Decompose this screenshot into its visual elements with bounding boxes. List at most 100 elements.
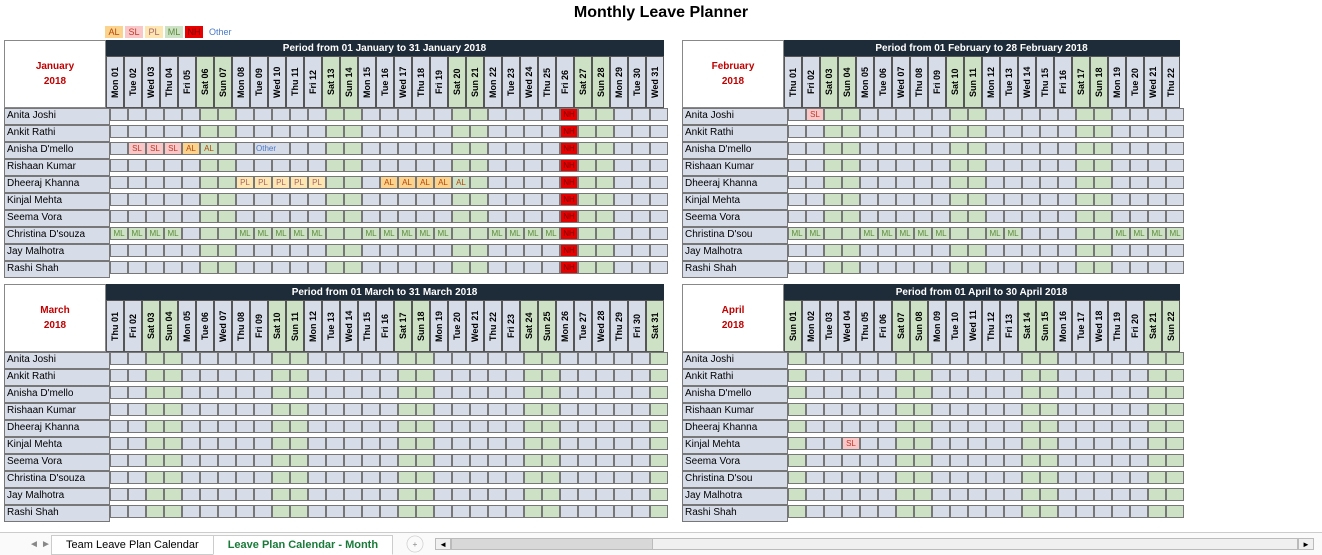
leave-cell[interactable] xyxy=(596,471,614,484)
leave-cell[interactable] xyxy=(236,369,254,382)
leave-cell[interactable] xyxy=(236,386,254,399)
leave-cell[interactable] xyxy=(1040,108,1058,121)
leave-cell[interactable] xyxy=(842,471,860,484)
leave-cell[interactable] xyxy=(968,488,986,501)
leave-cell[interactable] xyxy=(524,437,542,450)
leave-cell[interactable] xyxy=(950,403,968,416)
leave-cell[interactable] xyxy=(860,471,878,484)
leave-cell[interactable] xyxy=(524,488,542,501)
leave-cell[interactable] xyxy=(542,403,560,416)
leave-cell[interactable] xyxy=(542,420,560,433)
leave-cell[interactable] xyxy=(1040,386,1058,399)
leave-cell[interactable]: ML xyxy=(254,227,272,240)
leave-cell[interactable] xyxy=(398,403,416,416)
leave-cell[interactable] xyxy=(218,125,236,138)
leave-cell[interactable] xyxy=(182,454,200,467)
leave-cell[interactable]: SL xyxy=(806,108,824,121)
leave-cell[interactable] xyxy=(1166,244,1184,257)
leave-cell[interactable] xyxy=(146,505,164,518)
leave-cell[interactable] xyxy=(1040,244,1058,257)
leave-cell[interactable] xyxy=(524,108,542,121)
leave-cell[interactable] xyxy=(788,437,806,450)
leave-cell[interactable] xyxy=(506,437,524,450)
leave-cell[interactable] xyxy=(632,159,650,172)
leave-cell[interactable] xyxy=(1112,244,1130,257)
leave-cell[interactable] xyxy=(878,125,896,138)
leave-cell[interactable] xyxy=(488,454,506,467)
leave-cell[interactable] xyxy=(290,261,308,274)
leave-cell[interactable] xyxy=(860,159,878,172)
leave-cell[interactable] xyxy=(950,471,968,484)
leave-cell[interactable] xyxy=(182,386,200,399)
leave-cell[interactable] xyxy=(878,386,896,399)
leave-cell[interactable] xyxy=(650,125,668,138)
leave-cell[interactable] xyxy=(1094,227,1112,240)
leave-cell[interactable] xyxy=(488,193,506,206)
leave-cell[interactable] xyxy=(470,454,488,467)
leave-cell[interactable] xyxy=(272,108,290,121)
leave-cell[interactable]: AL xyxy=(380,176,398,189)
leave-cell[interactable] xyxy=(488,420,506,433)
leave-cell[interactable] xyxy=(110,352,128,365)
leave-cell[interactable] xyxy=(1166,505,1184,518)
leave-cell[interactable] xyxy=(1076,488,1094,501)
leave-cell[interactable] xyxy=(1130,244,1148,257)
leave-cell[interactable] xyxy=(968,403,986,416)
leave-cell[interactable] xyxy=(380,352,398,365)
leave-cell[interactable] xyxy=(1166,403,1184,416)
leave-cell[interactable] xyxy=(308,142,326,155)
leave-cell[interactable] xyxy=(524,505,542,518)
leave-cell[interactable] xyxy=(524,420,542,433)
leave-cell[interactable] xyxy=(416,244,434,257)
leave-cell[interactable] xyxy=(200,386,218,399)
leave-cell[interactable] xyxy=(200,505,218,518)
leave-cell[interactable] xyxy=(914,403,932,416)
leave-cell[interactable] xyxy=(200,193,218,206)
leave-cell[interactable] xyxy=(1004,125,1022,138)
leave-cell[interactable] xyxy=(308,369,326,382)
leave-cell[interactable] xyxy=(950,454,968,467)
leave-cell[interactable] xyxy=(380,142,398,155)
leave-cell[interactable] xyxy=(326,261,344,274)
leave-cell[interactable] xyxy=(596,261,614,274)
leave-cell[interactable]: PL xyxy=(236,176,254,189)
leave-cell[interactable] xyxy=(1058,244,1076,257)
leave-cell[interactable] xyxy=(308,420,326,433)
leave-cell[interactable] xyxy=(914,454,932,467)
leave-cell[interactable] xyxy=(272,369,290,382)
leave-cell[interactable] xyxy=(326,488,344,501)
leave-cell[interactable] xyxy=(308,437,326,450)
leave-cell[interactable]: NH xyxy=(560,210,578,223)
leave-cell[interactable] xyxy=(164,369,182,382)
leave-cell[interactable] xyxy=(146,176,164,189)
leave-cell[interactable] xyxy=(968,176,986,189)
leave-cell[interactable] xyxy=(632,244,650,257)
leave-cell[interactable] xyxy=(506,142,524,155)
leave-cell[interactable] xyxy=(380,369,398,382)
leave-cell[interactable] xyxy=(200,437,218,450)
tab-team-leave[interactable]: Team Leave Plan Calendar xyxy=(51,535,214,555)
leave-cell[interactable] xyxy=(488,108,506,121)
leave-cell[interactable] xyxy=(1076,471,1094,484)
leave-cell[interactable] xyxy=(788,386,806,399)
leave-cell[interactable]: ML xyxy=(542,227,560,240)
leave-cell[interactable] xyxy=(950,108,968,121)
leave-cell[interactable] xyxy=(578,386,596,399)
leave-cell[interactable] xyxy=(1112,176,1130,189)
leave-cell[interactable] xyxy=(1148,488,1166,501)
leave-cell[interactable] xyxy=(578,159,596,172)
leave-cell[interactable] xyxy=(434,108,452,121)
leave-cell[interactable] xyxy=(506,176,524,189)
leave-cell[interactable] xyxy=(470,403,488,416)
leave-cell[interactable] xyxy=(914,176,932,189)
leave-cell[interactable] xyxy=(200,488,218,501)
leave-cell[interactable]: SL xyxy=(842,437,860,450)
leave-cell[interactable] xyxy=(1040,227,1058,240)
leave-cell[interactable] xyxy=(542,125,560,138)
leave-cell[interactable] xyxy=(1094,471,1112,484)
leave-cell[interactable] xyxy=(254,369,272,382)
leave-cell[interactable] xyxy=(452,420,470,433)
leave-cell[interactable] xyxy=(806,142,824,155)
leave-cell[interactable] xyxy=(632,403,650,416)
leave-cell[interactable] xyxy=(788,125,806,138)
